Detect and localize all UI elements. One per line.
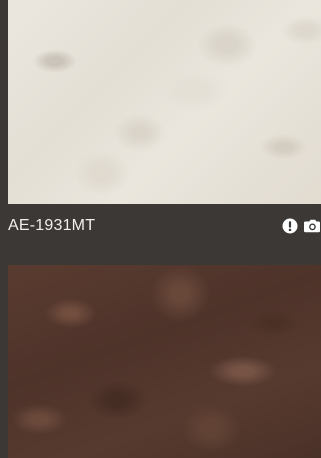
product-caption: AE-1931MT — [8, 204, 321, 248]
product-swatch-image[interactable] — [8, 0, 321, 204]
product-swatch-image[interactable] — [8, 265, 321, 458]
camera-icon[interactable] — [304, 218, 320, 234]
info-icon[interactable] — [282, 218, 298, 234]
product-code: AE-1931MT — [8, 217, 96, 234]
